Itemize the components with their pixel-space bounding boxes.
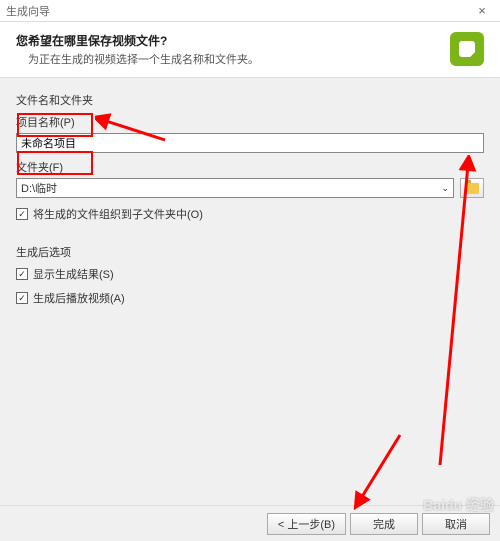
- play-after-label: 生成后播放视频(A): [33, 290, 125, 306]
- chevron-down-icon: ⌄: [441, 183, 449, 194]
- page-subtitle: 为正在生成的视频选择一个生成名称和文件夹。: [16, 51, 440, 67]
- window-title: 生成向导: [6, 3, 470, 19]
- play-after-checkbox[interactable]: ✓: [16, 292, 28, 304]
- close-icon[interactable]: ×: [470, 3, 494, 18]
- cancel-button[interactable]: 取消: [422, 513, 490, 535]
- project-name-input[interactable]: [16, 133, 484, 153]
- app-logo-icon: [450, 32, 484, 66]
- project-name-label: 项目名称(P): [16, 114, 484, 130]
- show-result-label: 显示生成结果(S): [33, 266, 114, 282]
- folder-label: 文件夹(F): [16, 159, 484, 175]
- folder-icon: [465, 183, 479, 194]
- back-button[interactable]: < 上一步(B): [267, 513, 346, 535]
- page-title: 您希望在哪里保存视频文件?: [16, 32, 440, 49]
- folder-combo-value: D:\临时: [21, 180, 441, 196]
- annotation-arrow: [350, 430, 410, 510]
- watermark: Baidu 经验: [423, 495, 494, 515]
- folder-combo[interactable]: D:\临时 ⌄: [16, 178, 454, 198]
- show-result-checkbox[interactable]: ✓: [16, 268, 28, 280]
- post-section-title: 生成后选项: [16, 244, 484, 260]
- finish-button[interactable]: 完成: [350, 513, 418, 535]
- organize-checkbox-label: 将生成的文件组织到子文件夹中(O): [33, 206, 203, 222]
- browse-folder-button[interactable]: [460, 178, 484, 198]
- organize-checkbox[interactable]: ✓: [16, 208, 28, 220]
- filename-section-title: 文件名和文件夹: [16, 92, 484, 108]
